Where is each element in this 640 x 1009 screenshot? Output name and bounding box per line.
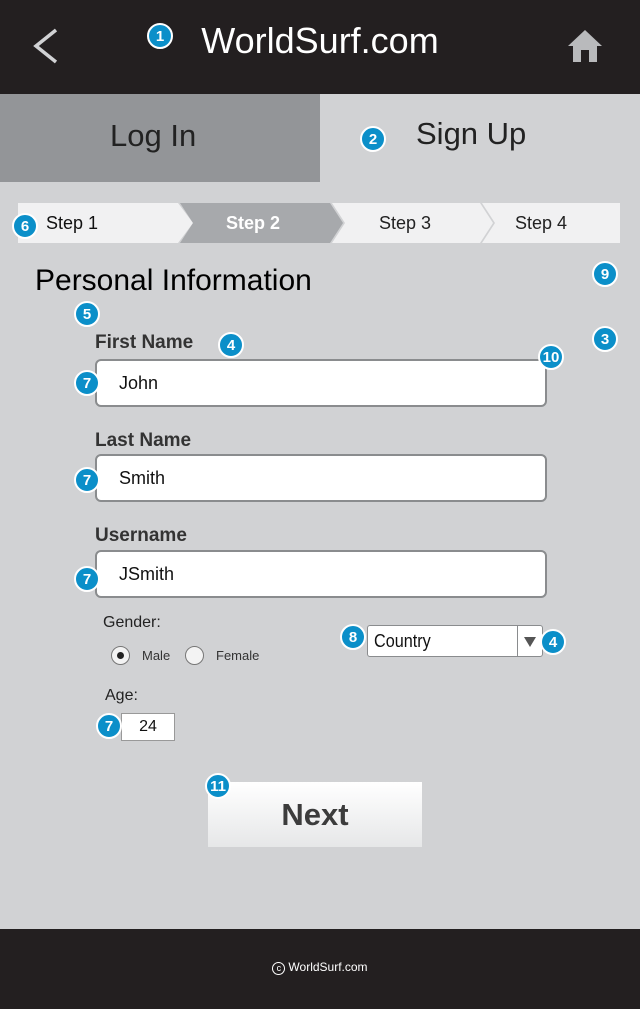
annotation-marker-4: 4	[540, 629, 566, 655]
username-field[interactable]	[95, 550, 547, 598]
step-progress: Step 1 Step 2 Step 3 Step 4	[18, 203, 620, 243]
annotation-marker-11: 11	[205, 773, 231, 799]
home-icon[interactable]	[566, 28, 604, 64]
age-field[interactable]	[121, 713, 175, 741]
app-header: WorldSurf.com	[0, 0, 640, 94]
annotation-marker-8: 8	[340, 624, 366, 650]
step-1-label: Step 1	[45, 212, 99, 233]
last-name-label: Last Name	[95, 430, 192, 451]
annotation-marker-9: 9	[592, 261, 618, 287]
page-title: WorldSurf.com	[201, 20, 439, 61]
gender-male-label: Male	[142, 648, 171, 663]
app-footer: c WorldSurf.com	[0, 929, 640, 1009]
annotation-marker-7: 7	[96, 713, 122, 739]
country-select-value: Country	[374, 631, 431, 651]
last-name-field[interactable]	[95, 454, 547, 502]
annotation-marker-3: 3	[592, 326, 618, 352]
tab-sign-up-label: Sign Up	[416, 116, 527, 151]
annotation-marker-7: 7	[74, 370, 100, 396]
annotation-marker-7: 7	[74, 566, 100, 592]
section-title: Personal Information	[35, 264, 312, 297]
step-3-label: Step 3	[378, 212, 432, 233]
next-button[interactable]: Next	[208, 782, 422, 847]
age-label: Age:	[105, 687, 138, 704]
username-label: Username	[95, 525, 187, 546]
annotation-marker-6: 6	[12, 213, 38, 239]
footer-copyright: c WorldSurf.com	[0, 960, 640, 975]
first-name-label: First Name	[95, 332, 194, 353]
auth-tabs: Log In Sign Up	[0, 94, 640, 182]
tab-log-in[interactable]: Log In	[0, 94, 320, 182]
annotation-marker-7: 7	[74, 467, 100, 493]
chevron-down-icon[interactable]	[517, 626, 542, 656]
annotation-marker-10: 10	[538, 344, 564, 370]
step-4[interactable]: Step 4	[483, 203, 599, 243]
gender-female-radio[interactable]	[185, 646, 204, 665]
annotation-marker-4: 4	[218, 332, 244, 358]
annotation-marker-5: 5	[74, 301, 100, 327]
step-2-label: Step 2	[225, 212, 281, 233]
step-4-label: Step 4	[514, 212, 568, 233]
annotation-marker-1: 1	[147, 23, 173, 49]
step-2[interactable]: Step 2	[183, 203, 323, 243]
annotation-marker-2: 2	[360, 126, 386, 152]
copyright-icon: c	[272, 962, 286, 975]
country-select[interactable]: Country	[367, 625, 543, 657]
step-3[interactable]: Step 3	[335, 203, 475, 243]
first-name-field[interactable]	[95, 359, 547, 407]
footer-copyright-text: WorldSurf.com	[288, 960, 368, 974]
tab-log-in-label: Log In	[110, 118, 197, 153]
gender-male-radio[interactable]	[111, 646, 130, 665]
gender-label: Gender:	[103, 614, 161, 631]
gender-female-label: Female	[216, 648, 260, 663]
